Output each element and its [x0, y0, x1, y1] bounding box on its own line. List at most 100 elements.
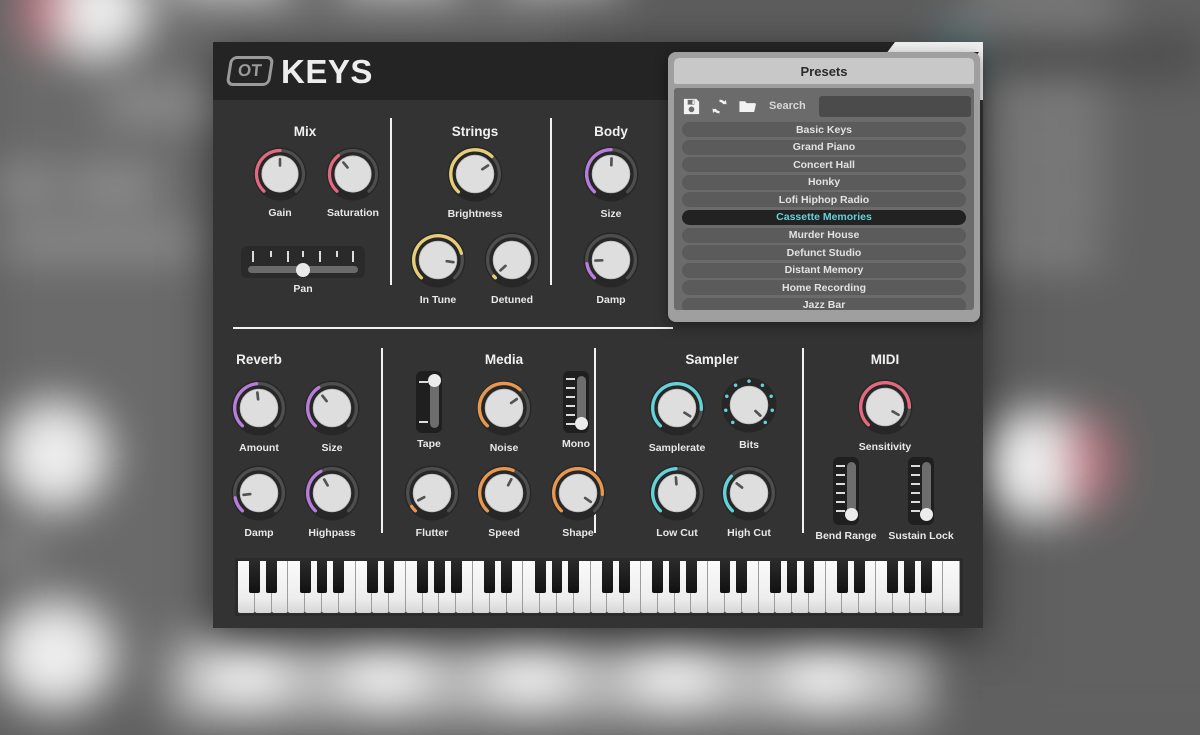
- knob-high-cut[interactable]: High Cut: [720, 464, 778, 522]
- knob-reverb-damp-graphic: [230, 464, 288, 522]
- preset-list-item[interactable]: Defunct Studio: [682, 245, 966, 260]
- piano-black-key[interactable]: [921, 561, 932, 593]
- knob-noise-label: Noise: [490, 442, 519, 454]
- knob-noise[interactable]: Noise: [475, 379, 533, 437]
- piano-black-key[interactable]: [300, 561, 311, 593]
- piano-black-key[interactable]: [720, 561, 731, 593]
- presets-toolbar: Search: [682, 94, 966, 118]
- preset-list-item[interactable]: Honky: [682, 175, 966, 190]
- knob-flutter[interactable]: Flutter: [403, 464, 461, 522]
- knob-detuned-graphic: [483, 231, 541, 289]
- piano-black-key[interactable]: [686, 561, 697, 593]
- piano-black-key[interactable]: [854, 561, 865, 593]
- toggle-tape[interactable]: Tape: [416, 371, 442, 433]
- floppy-disk-icon[interactable]: [682, 97, 701, 116]
- knob-reverb-size[interactable]: Size: [303, 379, 361, 437]
- knob-reverb-amount[interactable]: Amount: [230, 379, 288, 437]
- knob-shape[interactable]: Shape: [549, 464, 607, 522]
- piano-black-key[interactable]: [417, 561, 428, 593]
- knob-size-body[interactable]: Size: [582, 145, 640, 203]
- slider-bend-range-handle[interactable]: [845, 508, 858, 521]
- piano-black-key[interactable]: [652, 561, 663, 593]
- piano-black-key[interactable]: [552, 561, 563, 593]
- divider-reverb-media: [381, 348, 383, 533]
- slider-pan-handle[interactable]: [296, 263, 310, 277]
- piano-black-key[interactable]: [266, 561, 277, 593]
- knob-high-cut-graphic: [720, 464, 778, 522]
- presets-panel: Presets Search Basic KeysGrand PianoCo: [668, 52, 980, 322]
- toggle-tape-body: [416, 371, 442, 433]
- knob-in-tune[interactable]: In Tune: [409, 231, 467, 289]
- knob-gain[interactable]: Gain: [252, 146, 308, 202]
- piano-keyboard[interactable]: [235, 558, 963, 616]
- piano-black-key[interactable]: [484, 561, 495, 593]
- knob-low-cut[interactable]: Low Cut: [648, 464, 706, 522]
- piano-black-key[interactable]: [384, 561, 395, 593]
- piano-black-key[interactable]: [619, 561, 630, 593]
- knob-saturation[interactable]: Saturation: [325, 146, 381, 202]
- preset-list-item[interactable]: Jazz Bar: [682, 298, 966, 310]
- knob-detuned[interactable]: Detuned: [483, 231, 541, 289]
- preset-list-item-label: Home Recording: [782, 282, 866, 294]
- knob-bits-label: Bits: [739, 439, 759, 451]
- slider-sustain-lock[interactable]: Sustain Lock: [908, 457, 934, 525]
- piano-black-key[interactable]: [535, 561, 546, 593]
- slider-bend-range[interactable]: Bend Range: [833, 457, 859, 525]
- piano-black-key[interactable]: [434, 561, 445, 593]
- preset-list-item[interactable]: Lofi Hiphop Radio: [682, 192, 966, 207]
- piano-black-key[interactable]: [837, 561, 848, 593]
- knob-bits-graphic: [720, 376, 778, 434]
- folder-icon[interactable]: [738, 97, 757, 116]
- preset-list-item[interactable]: Murder House: [682, 228, 966, 243]
- knob-brightness[interactable]: Brightness: [446, 145, 504, 203]
- knob-sensitivity-graphic: [856, 378, 914, 436]
- knob-sensitivity[interactable]: Sensitivity: [856, 378, 914, 436]
- piano-white-key[interactable]: [943, 561, 960, 613]
- preset-list-item[interactable]: Basic Keys: [682, 122, 966, 137]
- slider-mono[interactable]: Mono: [563, 371, 589, 433]
- slider-pan[interactable]: Pan: [241, 246, 365, 278]
- knob-samplerate[interactable]: Samplerate: [648, 379, 706, 437]
- knob-reverb-highpass-graphic: [303, 464, 361, 522]
- knob-flutter-label: Flutter: [416, 527, 449, 539]
- knob-detuned-label: Detuned: [491, 294, 533, 306]
- preset-list[interactable]: Basic Keys Grand Piano Concert Hall Honky Lo…: [682, 122, 966, 310]
- toggle-tape-handle[interactable]: [428, 374, 441, 387]
- knob-reverb-highpass[interactable]: Highpass: [303, 464, 361, 522]
- knob-brightness-graphic: [446, 145, 504, 203]
- piano-black-key[interactable]: [367, 561, 378, 593]
- preset-list-item[interactable]: Distant Memory: [682, 263, 966, 278]
- piano-black-key[interactable]: [568, 561, 579, 593]
- piano-black-key[interactable]: [669, 561, 680, 593]
- slider-pan-body: [241, 246, 365, 278]
- piano-black-key[interactable]: [770, 561, 781, 593]
- knob-speed[interactable]: Speed: [475, 464, 533, 522]
- slider-sustain-lock-handle[interactable]: [920, 508, 933, 521]
- knob-reverb-damp[interactable]: Damp: [230, 464, 288, 522]
- knob-damp-body[interactable]: Damp: [582, 231, 640, 289]
- piano-black-key[interactable]: [602, 561, 613, 593]
- search-input[interactable]: [819, 96, 971, 117]
- slider-mono-handle[interactable]: [575, 417, 588, 430]
- section-title-sampler: Sampler: [685, 352, 738, 367]
- piano-black-key[interactable]: [451, 561, 462, 593]
- preset-list-item[interactable]: Cassette Memories: [682, 210, 966, 225]
- preset-list-item[interactable]: Home Recording: [682, 280, 966, 295]
- preset-list-item[interactable]: Concert Hall: [682, 157, 966, 172]
- knob-bits[interactable]: Bits: [720, 376, 778, 434]
- piano-black-key[interactable]: [249, 561, 260, 593]
- piano-black-key[interactable]: [317, 561, 328, 593]
- toggle-tape-label: Tape: [417, 438, 441, 450]
- piano-black-key[interactable]: [501, 561, 512, 593]
- refresh-icon[interactable]: [710, 97, 729, 116]
- preset-list-item-label: Concert Hall: [793, 159, 855, 171]
- divider-mix-strings: [390, 118, 392, 285]
- knob-reverb-amount-graphic: [230, 379, 288, 437]
- piano-black-key[interactable]: [804, 561, 815, 593]
- piano-black-key[interactable]: [736, 561, 747, 593]
- piano-black-key[interactable]: [333, 561, 344, 593]
- preset-list-item[interactable]: Grand Piano: [682, 140, 966, 155]
- piano-black-key[interactable]: [904, 561, 915, 593]
- piano-black-key[interactable]: [887, 561, 898, 593]
- piano-black-key[interactable]: [787, 561, 798, 593]
